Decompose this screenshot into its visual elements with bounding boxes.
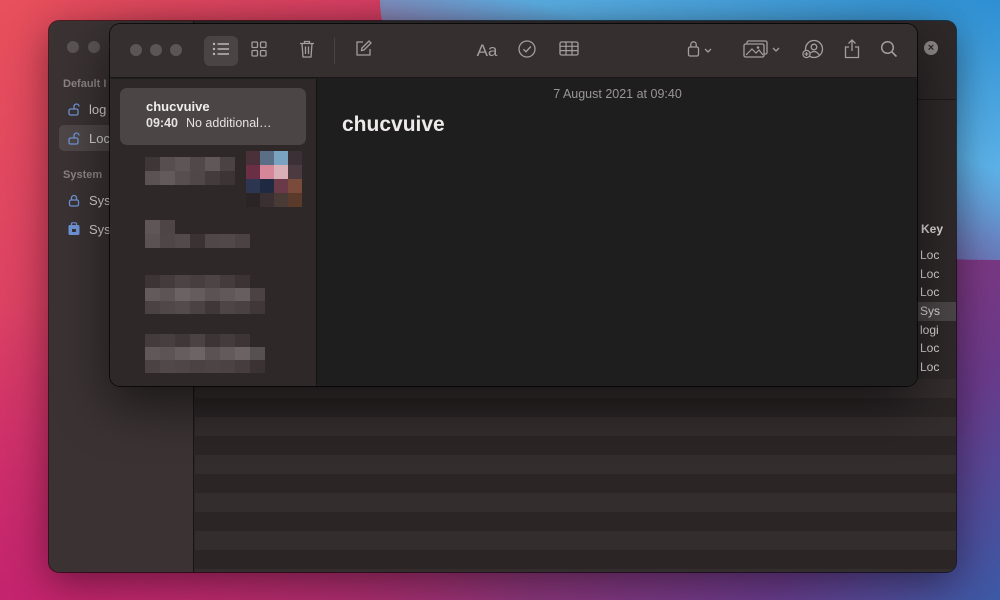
checklist-icon [518, 39, 536, 63]
empty-table-stripes [195, 379, 956, 572]
unlocked-icon [67, 102, 81, 116]
compose-icon [355, 40, 372, 62]
table-row[interactable]: Loc [916, 265, 956, 284]
lock-note-button[interactable] [680, 36, 720, 66]
lock-icon [67, 193, 81, 207]
close-window-button[interactable] [130, 44, 142, 56]
table-row[interactable]: Loc [916, 283, 956, 302]
search-icon [880, 40, 898, 63]
format-icon: Aa [476, 41, 498, 60]
search-button[interactable] [874, 36, 904, 66]
checklist-button[interactable] [512, 36, 542, 66]
table-row[interactable]: Loc [916, 358, 956, 377]
note-editor[interactable]: 7 August 2021 at 09:40 chucvuive [318, 79, 917, 386]
zoom-window-button[interactable] [170, 44, 182, 56]
trash-icon [299, 40, 315, 63]
note-title: chucvuive [146, 99, 210, 114]
format-button[interactable]: Aa [472, 36, 502, 66]
notes-toolbar: Aa [110, 24, 917, 78]
clear-search-icon[interactable]: × [924, 41, 938, 55]
redacted-note[interactable] [145, 334, 280, 373]
list-item-selected-note[interactable]: chucvuive 09:40 No additional… [120, 88, 306, 145]
note-body-title[interactable]: chucvuive [342, 113, 917, 137]
gallery-view-button[interactable] [244, 36, 274, 66]
minimize-window-button[interactable] [150, 44, 162, 56]
notes-window: Aa chucvuive 09:40 No additional… 7 Augu… [110, 24, 917, 386]
toolbar-separator [334, 38, 335, 64]
redacted-note[interactable] [145, 275, 280, 314]
table-button[interactable] [552, 36, 586, 66]
list-view-button[interactable] [204, 36, 238, 66]
sidebar-item-label: log [89, 101, 107, 117]
share-icon [844, 38, 860, 64]
column-header-key[interactable]: Key [916, 217, 956, 241]
sidebar-section-default: Default I [63, 78, 107, 90]
sidebar-section-system: System [63, 169, 103, 181]
notes-list: chucvuive 09:40 No additional… [110, 79, 317, 386]
table-row[interactable]: Sys [916, 302, 956, 321]
delete-button[interactable] [292, 36, 322, 66]
redacted-thumbnail [246, 151, 302, 207]
collaborate-icon [802, 39, 824, 64]
note-time: 09:40 [146, 116, 178, 130]
note-subtitle: 09:40 No additional… [146, 116, 306, 130]
compose-button[interactable] [348, 36, 378, 66]
table-row[interactable]: logi [916, 321, 956, 340]
media-icon [743, 39, 781, 63]
unlocked-icon [67, 131, 81, 145]
sidebar-item-label: Sys [89, 192, 111, 208]
gallery-view-icon [251, 40, 267, 62]
table-row[interactable]: Loc [916, 246, 956, 265]
lock-icon [687, 40, 713, 62]
add-media-button[interactable] [740, 36, 784, 66]
note-date: 7 August 2021 at 09:40 [553, 87, 682, 101]
cabinet-lock-icon [67, 222, 81, 236]
redacted-note[interactable] [145, 220, 265, 248]
keychain-rows: Loc Loc Loc Sys logi Loc Loc [916, 246, 956, 377]
table-row[interactable]: Loc [916, 339, 956, 358]
note-preview: No additional… [185, 116, 272, 130]
traffic-lights[interactable] [130, 44, 182, 56]
redacted-note[interactable] [145, 157, 235, 185]
sidebar-item-label: Sys [89, 221, 111, 237]
collaborate-button[interactable] [798, 36, 828, 66]
list-view-icon [212, 42, 230, 61]
table-icon [559, 41, 579, 61]
sidebar-item-label: Loc [89, 130, 110, 146]
share-button[interactable] [837, 36, 867, 66]
